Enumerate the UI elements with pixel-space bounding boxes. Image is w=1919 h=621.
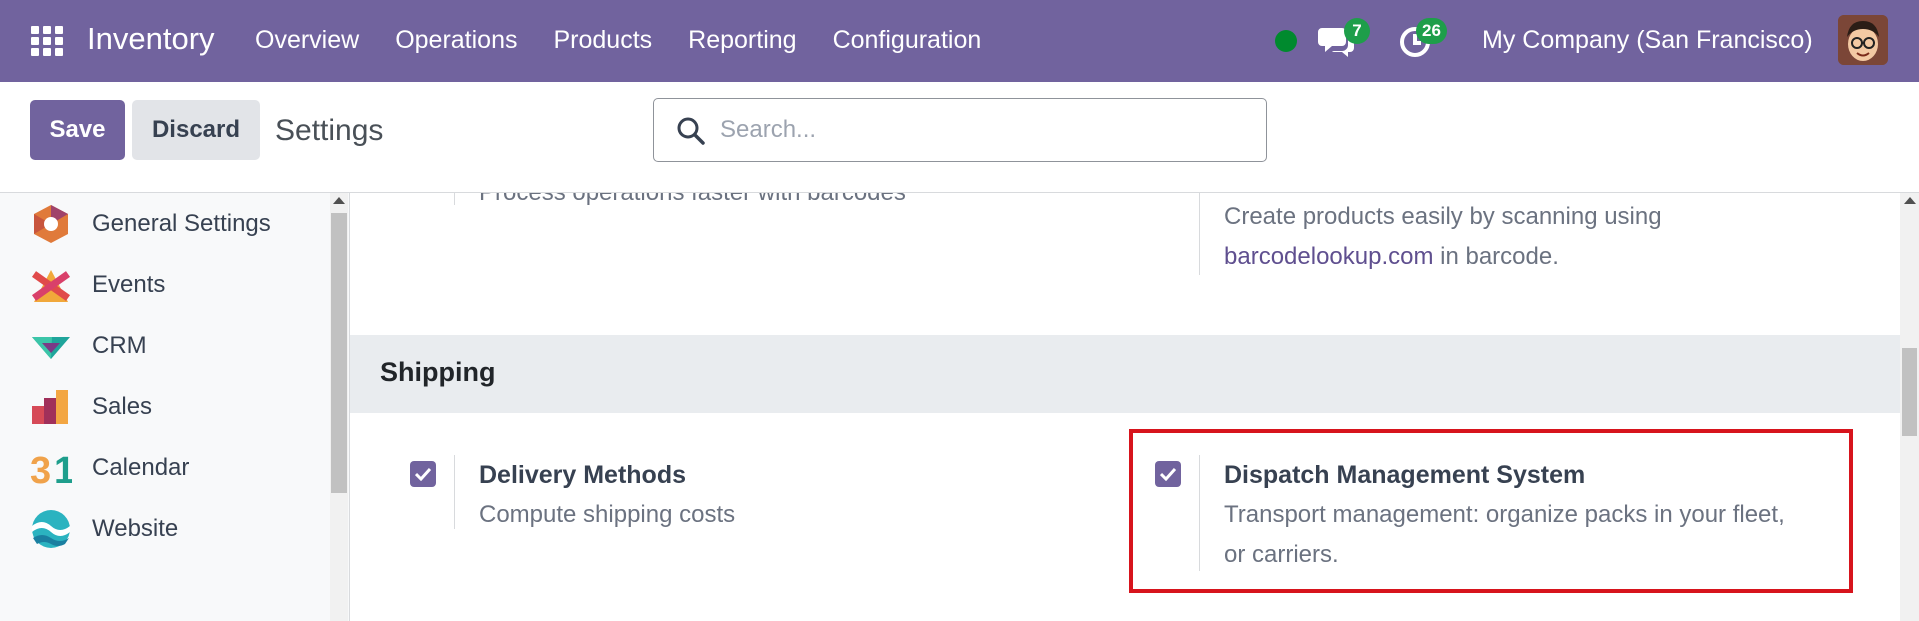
user-avatar[interactable] <box>1838 15 1888 65</box>
delivery-methods-title: Delivery Methods <box>479 461 687 489</box>
menu-reporting[interactable]: Reporting <box>688 26 796 55</box>
presence-status-dot <box>1275 30 1297 52</box>
calendar-icon: 3 1 <box>30 450 72 489</box>
sidebar-scrollbar-thumb[interactable] <box>331 213 347 493</box>
barcode-lookup-desc-line2: barcodelookup.com in barcode. <box>1224 237 1662 277</box>
svg-text:3: 3 <box>30 450 51 489</box>
delivery-methods-desc: Compute shipping costs <box>479 501 736 528</box>
crm-icon <box>32 337 70 359</box>
messages-icon[interactable]: 7 <box>1318 18 1370 60</box>
sidebar-item-sales[interactable]: Sales <box>0 376 330 436</box>
sidebar-item-crm[interactable]: CRM <box>0 315 330 375</box>
sidebar-item-events[interactable]: Events <box>0 254 330 314</box>
sidebar-item-label: Sales <box>92 393 153 420</box>
menu-products[interactable]: Products <box>553 26 652 55</box>
divider <box>1199 193 1200 275</box>
sidebar-item-website[interactable]: Website <box>0 498 330 558</box>
divider <box>454 193 455 205</box>
checkmark-icon <box>415 467 431 481</box>
menu-overview[interactable]: Overview <box>255 26 359 55</box>
search-input[interactable] <box>720 109 1240 151</box>
delivery-methods-checkbox[interactable] <box>410 461 436 487</box>
sales-icon <box>32 390 68 424</box>
sidebar-item-label: Website <box>92 515 179 542</box>
main-menu: Overview Operations Products Reporting C… <box>255 26 1017 55</box>
sidebar-item-label: General Settings <box>92 210 271 237</box>
barcode-lookup-desc: Create products easily by scanning using… <box>1224 197 1662 277</box>
discard-button[interactable]: Discard <box>132 100 260 160</box>
control-panel: Save Discard Settings <box>0 82 1919 193</box>
app-brand[interactable]: Inventory <box>87 21 215 57</box>
sidebar-item-label: Events <box>92 271 166 298</box>
save-button[interactable]: Save <box>30 100 125 160</box>
apps-grid-icon[interactable] <box>31 26 64 56</box>
breadcrumb: Settings <box>275 114 384 147</box>
settings-content: Process operations faster with barcodes … <box>350 193 1900 621</box>
sidebar-item-general-settings[interactable]: General Settings <box>0 193 330 253</box>
events-icon <box>31 270 71 302</box>
search-icon <box>677 117 705 145</box>
menu-configuration[interactable]: Configuration <box>833 26 982 55</box>
barcode-lookup-desc-tail: in barcode. <box>1433 243 1559 270</box>
sidebar-item-calendar[interactable]: 3 1 Calendar <box>0 437 330 497</box>
svg-text:1: 1 <box>54 450 72 489</box>
section-title: Shipping <box>380 357 496 387</box>
activities-badge: 26 <box>1416 18 1447 44</box>
menu-operations[interactable]: Operations <box>395 26 517 55</box>
sidebar-item-label: CRM <box>92 332 147 359</box>
general-settings-icon <box>34 205 68 243</box>
shipping-section-header: Shipping <box>350 335 1900 413</box>
settings-sidebar: General Settings Events CRM Sales 3 1 Ca… <box>0 193 350 621</box>
barcode-option-desc: Process operations faster with barcodes <box>479 193 906 207</box>
messages-badge: 7 <box>1344 18 1370 44</box>
website-icon <box>32 510 70 548</box>
company-switcher[interactable]: My Company (San Francisco) <box>1482 26 1813 55</box>
top-navbar: Inventory Overview Operations Products R… <box>0 0 1919 82</box>
sidebar-item-label: Calendar <box>92 454 190 481</box>
highlight-box <box>1129 429 1853 593</box>
main-scrollbar-thumb[interactable] <box>1902 348 1917 436</box>
search-box[interactable] <box>653 98 1267 162</box>
main-scroll-up-icon[interactable] <box>1904 197 1916 204</box>
barcodelookup-link[interactable]: barcodelookup.com <box>1224 243 1433 270</box>
sidebar-scroll-up-icon[interactable] <box>333 197 345 204</box>
activities-clock-icon[interactable]: 26 <box>1396 18 1447 60</box>
barcode-lookup-desc-line1: Create products easily by scanning using <box>1224 203 1662 230</box>
divider <box>454 455 455 529</box>
